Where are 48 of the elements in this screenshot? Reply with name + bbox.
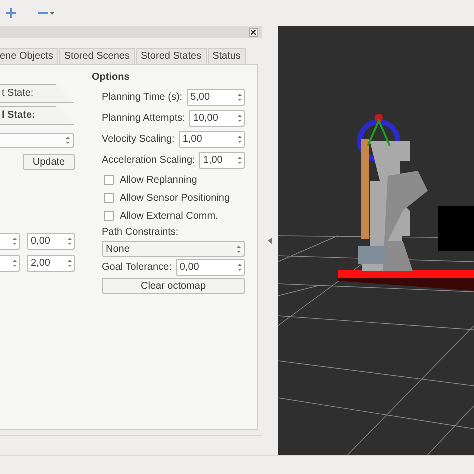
minus-icon [38, 11, 48, 15]
plus-icon [6, 8, 16, 18]
spin-arrows-icon[interactable] [238, 156, 242, 165]
checkbox[interactable] [104, 193, 114, 203]
spin-arrows-icon[interactable] [13, 259, 17, 268]
spin-arrows-icon[interactable] [238, 135, 242, 144]
spin-box[interactable]: 5,00 [186, 89, 245, 106]
spin-arrows-icon[interactable] [238, 263, 242, 272]
field-label: Acceleration Scaling: [102, 155, 196, 166]
spin-arrows-icon[interactable] [238, 93, 242, 102]
checkbox-label: Allow Sensor Positioning [120, 192, 230, 204]
checkbox[interactable] [104, 175, 114, 185]
field-label: Planning Time (s): [102, 92, 183, 103]
spin-box[interactable]: 10,00 [189, 110, 245, 127]
state-tab[interactable]: l State: [0, 106, 74, 125]
spin-box[interactable]: 0,00 [27, 233, 75, 250]
spin-arrows-icon[interactable] [238, 114, 242, 123]
section-title: Options [92, 72, 131, 83]
spin-arrows-icon[interactable] [68, 259, 72, 268]
dropdown-arrows-icon[interactable] [237, 244, 241, 254]
remove-button[interactable] [36, 9, 57, 17]
add-button[interactable] [4, 6, 18, 20]
spin-box[interactable]: 0,00 [176, 259, 245, 276]
field-label: Planning Attempts: [102, 113, 186, 124]
spin-arrows-icon[interactable] [13, 237, 17, 246]
field-label: Goal Tolerance: [102, 262, 172, 273]
tab[interactable]: Stored States [136, 48, 207, 64]
checkbox-label: Allow Replanning [120, 174, 198, 186]
spin-box[interactable]: 1,00 [199, 152, 245, 169]
field-label: Velocity Scaling: [102, 134, 175, 145]
tab[interactable]: Status [208, 48, 246, 64]
caret-icon [50, 12, 55, 14]
spin-box[interactable]: 2,00 [27, 255, 75, 272]
dropdown[interactable]: None [102, 241, 245, 257]
spin-box[interactable]: 1,00 [178, 131, 245, 148]
clear-octomap-button[interactable]: Clear octomap [102, 278, 245, 294]
tab[interactable]: ene Objects [0, 48, 58, 64]
spin-arrows-icon[interactable] [68, 237, 72, 246]
checkbox-label: Allow External Comm. [120, 210, 218, 222]
close-icon [251, 30, 256, 34]
state-tab[interactable]: t State: [0, 84, 74, 103]
field-label: Path Constraints: [101, 227, 180, 240]
collapse-arrow-icon[interactable] [268, 238, 272, 244]
tab[interactable]: Stored Scenes [59, 48, 135, 64]
close-button[interactable] [249, 28, 258, 36]
update-button[interactable]: Update [23, 154, 75, 170]
checkbox[interactable] [104, 211, 114, 221]
dropdown-arrows-icon[interactable] [66, 136, 70, 145]
